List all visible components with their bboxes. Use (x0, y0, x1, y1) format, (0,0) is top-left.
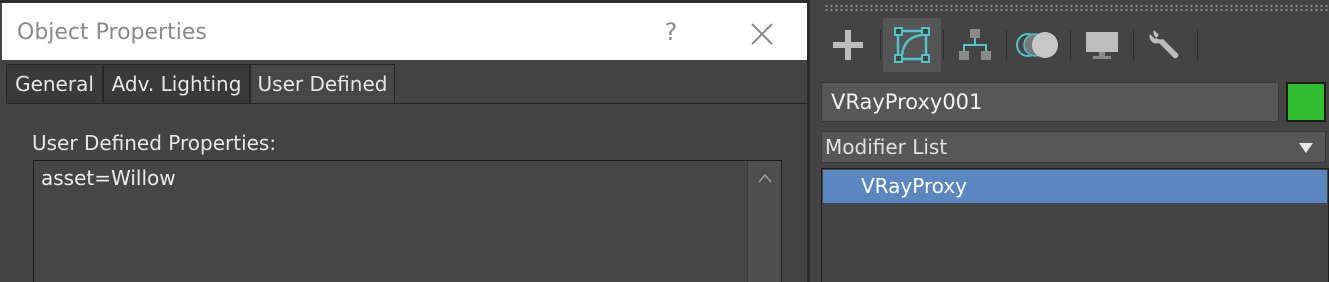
screen: Object Properties ? General Adv. Lightin… (0, 0, 1329, 282)
modify-icon (894, 27, 930, 63)
tab-general[interactable]: General (6, 64, 103, 104)
user-defined-properties-textarea[interactable]: asset=Willow (33, 160, 782, 282)
display-icon (1086, 32, 1118, 59)
hierarchy-tab[interactable] (947, 18, 1003, 72)
dropdown-arrow-icon (1299, 143, 1313, 153)
command-panel-tabs (810, 18, 1329, 72)
tab-adv-lighting[interactable]: Adv. Lighting (103, 64, 250, 104)
modify-tab[interactable] (883, 18, 941, 72)
help-button[interactable]: ? (656, 15, 686, 49)
dialog-titlebar[interactable]: Object Properties ? (2, 3, 807, 60)
object-color-swatch[interactable] (1286, 82, 1326, 122)
display-tab[interactable] (1074, 18, 1130, 72)
dialog-title: Object Properties (17, 20, 207, 45)
utilities-tab[interactable] (1137, 18, 1193, 72)
modifier-list-dropdown[interactable]: Modifier List (821, 131, 1326, 163)
plus-icon (833, 30, 863, 60)
create-tab[interactable] (820, 18, 876, 72)
motion-icon (1016, 32, 1058, 58)
command-panel: VRayProxy001 Modifier List VRayProxy (807, 0, 1329, 282)
close-button[interactable] (743, 15, 781, 53)
tab-user-defined[interactable]: User Defined (250, 64, 395, 105)
user-defined-properties-label: User Defined Properties: (32, 131, 277, 155)
hierarchy-icon (959, 29, 991, 60)
modifier-stack: VRayProxy (821, 168, 1329, 282)
modifier-stack-item[interactable]: VRayProxy (823, 170, 1327, 203)
object-name-field[interactable]: VRayProxy001 (821, 82, 1279, 122)
close-icon (751, 23, 773, 45)
modifier-list-label: Modifier List (825, 135, 948, 159)
wrench-icon (1149, 30, 1179, 59)
motion-tab[interactable] (1010, 18, 1066, 72)
user-defined-properties-text: asset=Willow (41, 166, 176, 190)
object-properties-dialog: Object Properties ? General Adv. Lightin… (0, 0, 807, 282)
chevron-up-icon[interactable] (758, 173, 772, 183)
textarea-scrollbar[interactable] (747, 161, 781, 282)
panel-drag-grip[interactable] (824, 4, 1329, 12)
